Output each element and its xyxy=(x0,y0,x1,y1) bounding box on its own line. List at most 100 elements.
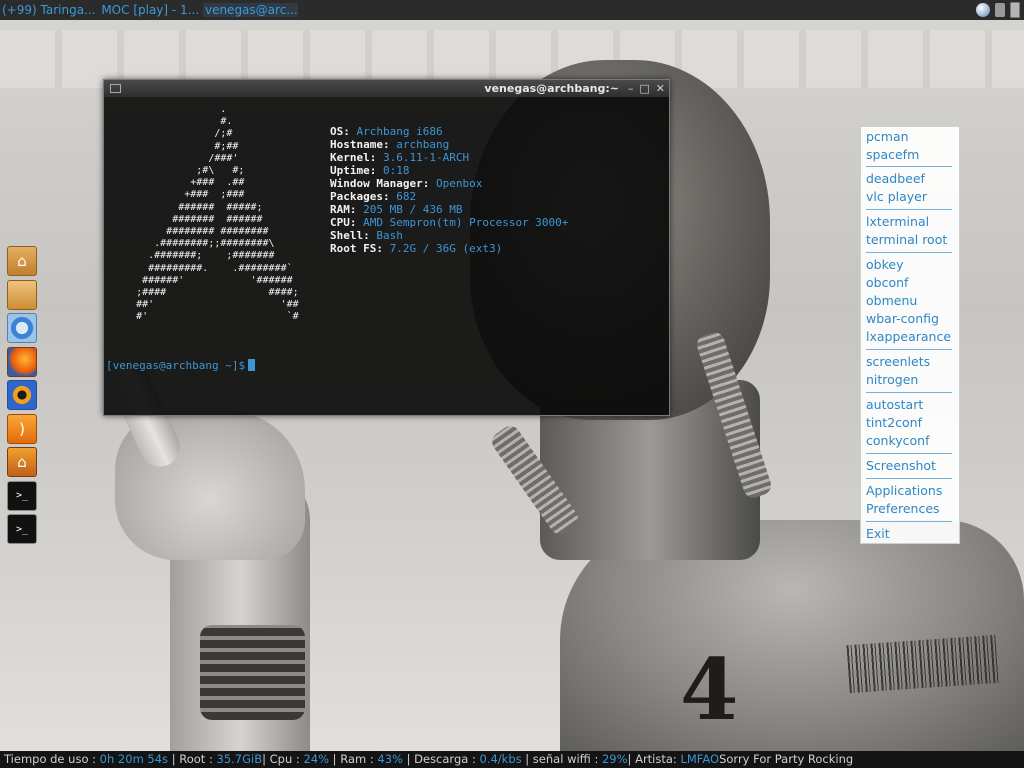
ram-value: 43% xyxy=(377,752,403,766)
info-row: Kernel: 3.6.11-1-ARCH xyxy=(330,151,568,164)
task-terminal[interactable]: venegas@arc... xyxy=(202,3,298,17)
info-value: Bash xyxy=(376,229,403,242)
info-row: Root FS: 7.2G / 36G (ext3) xyxy=(330,242,568,255)
info-value: AMD Sempron(tm) Processor 3000+ xyxy=(363,216,569,229)
menu-item-screenlets[interactable]: screenlets xyxy=(866,354,930,369)
prompt-text: [venegas@archbang ~]$ xyxy=(106,359,246,372)
uptime-label: Tiempo de uso : xyxy=(4,752,97,766)
firefox-icon[interactable] xyxy=(7,346,37,377)
conky-status-bar: Tiempo de uso : 0h 20m 54s | Root : 35.7… xyxy=(0,751,1024,768)
close-icon[interactable]: ✕ xyxy=(656,80,665,97)
info-value: Openbox xyxy=(435,177,483,190)
menu-item-obkey[interactable]: obkey xyxy=(866,257,903,272)
info-value: 682 xyxy=(396,190,417,203)
menu-separator xyxy=(866,349,952,350)
info-key: Hostname: xyxy=(330,138,390,151)
house-icon[interactable]: ⌂ xyxy=(7,447,37,477)
info-value: 3.6.11-1-ARCH xyxy=(382,151,470,164)
info-row: RAM: 205 MB / 436 MB xyxy=(330,203,568,216)
info-key: Root FS: xyxy=(330,242,383,255)
menu-separator xyxy=(866,478,952,479)
home-icon[interactable]: ⌂ xyxy=(7,246,37,276)
menu-item-autostart[interactable]: autostart xyxy=(866,397,923,412)
menu-item-nitrogen[interactable]: nitrogen xyxy=(866,372,918,387)
wallpaper-number-four: 4 xyxy=(680,640,739,739)
menu-separator xyxy=(866,453,952,454)
info-value: archbang xyxy=(396,138,450,151)
menu-item-lxterminal[interactable]: lxterminal xyxy=(866,214,929,229)
menu-item-pcman[interactable]: pcman xyxy=(866,129,909,144)
info-value: 0:18 xyxy=(382,164,410,177)
info-key: Kernel: xyxy=(330,151,377,164)
launcher-dock: ⌂ ) ⌂ >_ >_ xyxy=(7,246,37,548)
menu-item-obmenu[interactable]: obmenu xyxy=(866,293,917,308)
info-value: 7.2G / 36G (ext3) xyxy=(389,242,503,255)
download-value: 0.4/kbs xyxy=(479,752,522,766)
info-row: Hostname: archbang xyxy=(330,138,568,151)
menu-separator xyxy=(866,209,952,210)
artist-value: LMFAO xyxy=(680,752,720,766)
menu-item-deadbeef[interactable]: deadbeef xyxy=(866,171,925,186)
menu-item-applications[interactable]: Applications xyxy=(866,483,942,498)
cpu-value: 24% xyxy=(303,752,330,766)
info-row: OS: Archbang i686 xyxy=(330,125,568,138)
menu-item-exit[interactable]: Exit xyxy=(866,526,890,541)
menu-item-tint2conf[interactable]: tint2conf xyxy=(866,415,922,430)
download-label: | Descarga : xyxy=(406,752,476,766)
info-key: RAM: xyxy=(330,203,357,216)
uptime-value: 0h 20m 54s xyxy=(99,752,169,766)
info-key: Window Manager: xyxy=(330,177,430,190)
info-value: Archbang i686 xyxy=(356,125,443,138)
info-row: CPU: AMD Sempron(tm) Processor 3000+ xyxy=(330,216,568,229)
menu-item-wbar-config[interactable]: wbar-config xyxy=(866,311,939,326)
info-row: Uptime: 0:18 xyxy=(330,164,568,177)
window-titlebar[interactable]: venegas@archbang:~ – □ ✕ xyxy=(104,80,669,97)
folder-icon[interactable] xyxy=(7,279,37,310)
artist-label: | Artista: xyxy=(627,752,677,766)
ram-label: | Ram : xyxy=(332,752,374,766)
menu-separator xyxy=(866,392,952,393)
menu-separator xyxy=(866,166,952,167)
root-terminal-icon[interactable]: >_ xyxy=(7,514,37,544)
network-icon[interactable] xyxy=(976,3,990,17)
window-controls: – □ ✕ xyxy=(628,80,665,97)
info-key: Shell: xyxy=(330,229,370,242)
terminal-window[interactable]: venegas@archbang:~ – □ ✕ . #. /;# #;## /… xyxy=(103,79,670,416)
maximize-icon[interactable]: □ xyxy=(639,80,649,97)
terminal-icon[interactable]: >_ xyxy=(7,480,37,511)
system-tray xyxy=(976,2,1020,18)
openbox-menu: pcman spacefm deadbeef vlc player lxterm… xyxy=(860,126,960,544)
shell-prompt[interactable]: [venegas@archbang ~]$ xyxy=(106,359,256,372)
info-key: CPU: xyxy=(330,216,357,229)
info-row: Packages: 682 xyxy=(330,190,568,203)
info-row: Shell: Bash xyxy=(330,229,568,242)
clipboard-icon[interactable] xyxy=(995,3,1005,17)
root-label: | Root : xyxy=(171,752,213,766)
chromium-icon[interactable] xyxy=(7,313,37,343)
archbang-ascii-logo: . #. /;# #;## /###' ;#\ #; +### .## +###… xyxy=(136,104,299,323)
cpu-label: | Cpu : xyxy=(262,752,300,766)
menu-item-vlc-player[interactable]: vlc player xyxy=(866,189,927,204)
menu-item-spacefm[interactable]: spacefm xyxy=(866,147,919,162)
rss-icon[interactable]: ) xyxy=(7,413,37,444)
eye-icon[interactable] xyxy=(7,380,37,410)
menu-item-obconf[interactable]: obconf xyxy=(866,275,908,290)
menu-item-conkyconf[interactable]: conkyconf xyxy=(866,433,929,448)
info-key: Packages: xyxy=(330,190,390,203)
minimize-icon[interactable]: – xyxy=(628,80,634,97)
wifi-label: | señal wiffi : xyxy=(525,752,599,766)
taskbar: (+99) Taringa... MOC [play] - 1... veneg… xyxy=(0,0,298,20)
top-panel: (+99) Taringa... MOC [play] - 1... veneg… xyxy=(0,0,1024,20)
window-menu-icon[interactable] xyxy=(110,84,121,93)
system-info: OS: Archbang i686 Hostname: archbang Ker… xyxy=(330,125,568,255)
window-title: venegas@archbang:~ xyxy=(484,82,619,95)
menu-item-screenshot[interactable]: Screenshot xyxy=(866,458,936,473)
menu-separator xyxy=(866,252,952,253)
task-moc-player[interactable]: MOC [play] - 1... xyxy=(99,3,199,17)
menu-item-preferences[interactable]: Preferences xyxy=(866,501,940,516)
task-taringa[interactable]: (+99) Taringa... xyxy=(0,3,96,17)
battery-icon[interactable] xyxy=(1010,2,1020,18)
menu-item-lxappearance[interactable]: lxappearance xyxy=(866,329,951,344)
menu-item-terminal-root[interactable]: terminal root xyxy=(866,232,947,247)
menu-separator xyxy=(866,521,952,522)
